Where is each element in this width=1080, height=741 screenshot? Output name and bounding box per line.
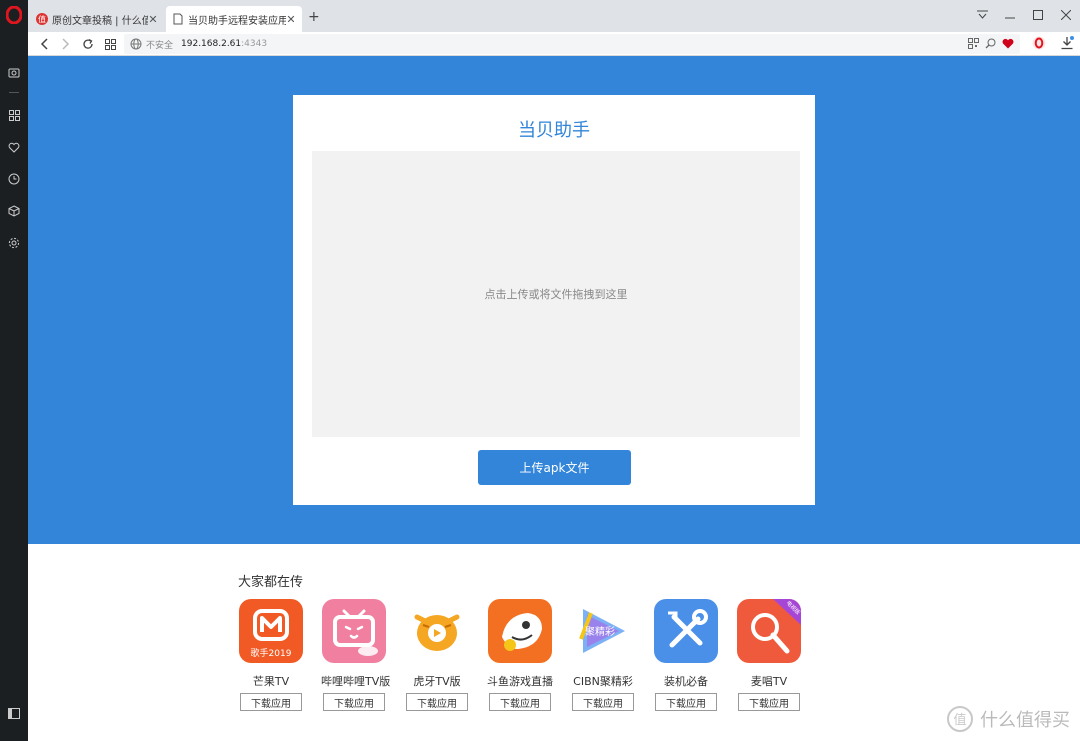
app-name: 装机必备 [664,675,708,688]
watermark-logo-icon: 值 [947,706,973,732]
search-page-icon[interactable] [985,38,996,49]
maichang-icon[interactable]: 电视版 [737,599,801,663]
app-card-mango-tv: 歌手2019 芒果TV 下载应用 [238,599,304,711]
app-card-bilibili: 哔哩哔哩TV版 下载应用 [321,599,391,711]
smzdm-watermark: 值 什么值得买 [946,705,1070,733]
security-label: 不安全 [146,40,174,51]
speed-dial-grid-icon[interactable] [102,36,118,52]
hero-banner: 当贝助手 点击上传或将文件拖拽到这里 上传apk文件 [28,56,1080,544]
back-icon[interactable] [36,36,52,52]
watermark-text: 什么值得买 [980,710,1070,731]
bookmarks-heart-icon[interactable] [7,140,21,154]
mango-tv-icon[interactable]: 歌手2019 [239,599,303,663]
bilibili-icon[interactable] [322,599,386,663]
download-app-button[interactable]: 下载应用 [323,693,385,711]
app-card-huya: 虎牙TV版 下载应用 [404,599,470,711]
reload-icon[interactable] [80,36,96,52]
download-app-button[interactable]: 下载应用 [572,693,634,711]
qr-code-icon[interactable] [968,38,979,49]
download-app-button[interactable]: 下载应用 [738,693,800,711]
app-card-tools: 装机必备 下载应用 [653,599,719,711]
app-name: 哔哩哔哩TV版 [321,675,391,688]
globe-icon [130,38,142,50]
url-field[interactable]: 不安全 192.168.2.61 :4343 [124,34,1020,54]
maximize-icon[interactable] [1024,0,1052,30]
extensions-cube-icon[interactable] [7,204,21,218]
page-content: 当贝助手 点击上传或将文件拖拽到这里 上传apk文件 大家都在传 歌手2019 … [28,56,1080,741]
sidebar-divider [9,92,19,93]
dropzone-hint: 点击上传或将文件拖拽到这里 [484,288,628,301]
watermark-logo-label: 值 [953,712,966,728]
svg-text:值: 值 [38,14,46,24]
bookmark-heart-icon[interactable] [1002,38,1014,49]
page-favicon-icon [173,13,183,25]
smzdm-favicon-icon: 值 [36,13,48,25]
mango-icon-label: 歌手2019 [251,647,292,659]
app-name: 斗鱼游戏直播 [487,675,553,688]
tools-icon[interactable] [654,599,718,663]
tab-menu-icon[interactable] [968,0,996,30]
tab-smzdm[interactable]: 值 原创文章投稿 | 什么值得买 ✕ [30,6,164,32]
toolbar-right [1032,36,1074,50]
download-app-button[interactable]: 下载应用 [406,693,468,711]
app-card-douyu: 斗鱼游戏直播 下载应用 [487,599,553,711]
minimize-icon[interactable] [996,0,1024,30]
download-icon[interactable] [1060,36,1074,50]
tab-close-icon[interactable]: ✕ [286,13,296,26]
opera-sidebar [0,0,28,741]
opera-menu-icon[interactable] [1032,36,1046,50]
new-tab-button[interactable]: + [308,9,320,25]
section-heading: 大家都在传 [238,575,304,590]
tab-title: 当贝助手远程安装应用 [188,15,286,27]
snapshot-camera-icon[interactable] [7,65,21,79]
app-card-cibn: 聚精彩 CIBN聚精彩 下载应用 [570,599,636,711]
app-name: 芒果TV [252,675,290,688]
download-app-button[interactable]: 下载应用 [489,693,551,711]
app-name: 麦唱TV [750,675,788,688]
sidebar-toggle-icon[interactable] [7,706,21,720]
huya-icon[interactable] [405,599,469,663]
tab-dangbei[interactable]: 当贝助手远程安装应用 ✕ [166,6,302,32]
url-actions [968,38,1014,49]
download-app-button[interactable]: 下载应用 [240,693,302,711]
download-app-button[interactable]: 下载应用 [655,693,717,711]
upload-apk-button[interactable]: 上传apk文件 [478,450,631,485]
forward-icon[interactable] [58,36,74,52]
history-clock-icon[interactable] [7,172,21,186]
app-name: CIBN聚精彩 [573,675,633,688]
app-name: 虎牙TV版 [413,675,461,688]
address-bar-row: 不安全 192.168.2.61 :4343 [28,32,1080,56]
cibn-icon[interactable]: 聚精彩 [571,599,635,663]
file-dropzone[interactable]: 点击上传或将文件拖拽到这里 [312,151,800,437]
opera-logo-icon[interactable] [6,6,22,24]
window-controls [968,0,1080,30]
speed-dial-icon[interactable] [7,108,21,122]
url-port: :4343 [241,39,268,49]
app-card-maichang: 电视版 麦唱TV 下载应用 [736,599,802,711]
popular-apps-section: 大家都在传 歌手2019 芒果TV 下载应用 哔哩哔哩TV版 下载应用 虎牙TV… [238,568,838,738]
upload-card: 当贝助手 点击上传或将文件拖拽到这里 上传apk文件 [293,95,815,505]
page-title: 当贝助手 [518,120,590,141]
douyu-icon[interactable] [488,599,552,663]
url-host: 192.168.2.61 [181,39,242,49]
close-window-icon[interactable] [1052,0,1080,30]
tab-title: 原创文章投稿 | 什么值得买 [52,15,148,27]
tab-strip: 值 原创文章投稿 | 什么值得买 ✕ 当贝助手远程安装应用 ✕ + [28,0,1080,32]
tab-close-icon[interactable]: ✕ [148,13,158,26]
cibn-icon-label: 聚精彩 [585,625,615,638]
settings-gear-icon[interactable] [7,236,21,250]
